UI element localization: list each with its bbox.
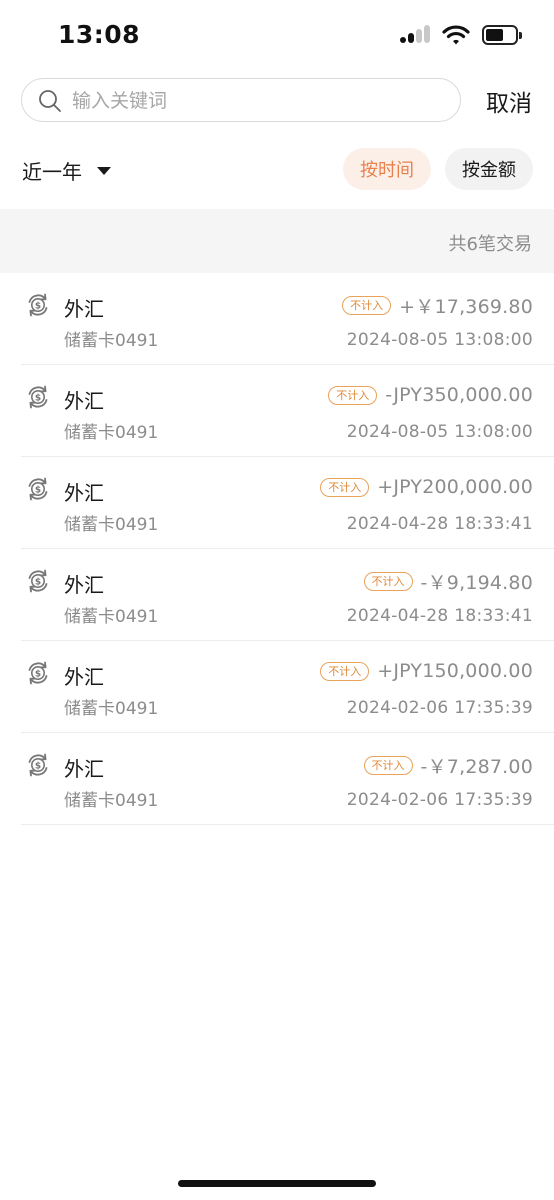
transaction-row[interactable]: $ 外汇储蓄卡0491 不计入 -JPY350,000.00 2024-08-05 13… [21, 365, 554, 457]
transaction-account: 储蓄卡0491 [64, 423, 159, 443]
status-icons [400, 24, 522, 46]
transaction-row[interactable]: $ 外汇储蓄卡0491 不计入 -￥9,194.80 2024-04-28 18:33:… [21, 549, 554, 641]
transaction-time: 2024-08-05 13:08:00 [346, 330, 533, 350]
cellular-signal-icon [400, 24, 430, 46]
transaction-title: 外汇 [64, 665, 104, 689]
transaction-time: 2024-04-28 18:33:41 [346, 514, 533, 534]
svg-text:$: $ [35, 394, 41, 404]
transaction-amount: +￥17,369.80 [399, 296, 533, 318]
svg-text:$: $ [35, 486, 41, 496]
transaction-amount: -￥9,194.80 [420, 572, 533, 594]
transaction-title: 外汇 [64, 481, 104, 505]
transaction-account: 储蓄卡0491 [64, 791, 159, 811]
search-input[interactable] [72, 87, 442, 115]
excluded-tag: 不计入 [328, 385, 378, 405]
excluded-tag: 不计入 [342, 296, 392, 315]
transaction-account: 储蓄卡0491 [64, 331, 159, 351]
cancel-button[interactable]: 取消 [486, 84, 532, 118]
transaction-time: 2024-08-05 13:08:00 [346, 422, 533, 442]
transaction-amount-group: 不计入 +￥17,369.80 [342, 292, 533, 319]
transaction-amount: -JPY350,000.00 [385, 384, 533, 406]
svg-text:$: $ [35, 670, 41, 680]
transaction-title: 外汇 [64, 297, 104, 321]
transaction-title: 外汇 [64, 573, 104, 597]
wifi-icon [442, 25, 470, 45]
currency-exchange-icon: $ [25, 660, 51, 686]
sort-by-amount-button[interactable]: 按金额 [445, 148, 533, 190]
transaction-amount-group: 不计入 -JPY350,000.00 [328, 384, 533, 406]
filter-row: 近一年 按时间 按金额 [0, 146, 554, 192]
transaction-account: 储蓄卡0491 [64, 515, 159, 535]
currency-exchange-icon: $ [25, 476, 51, 502]
transaction-time: 2024-04-28 18:33:41 [346, 606, 533, 626]
caret-down-icon [97, 166, 111, 175]
search-box[interactable] [21, 78, 461, 122]
transaction-title: 外汇 [64, 757, 104, 781]
currency-exchange-icon: $ [25, 384, 51, 410]
search-icon [39, 90, 61, 112]
transaction-amount-group: 不计入 -￥7,287.00 [363, 752, 533, 779]
currency-exchange-icon: $ [25, 292, 51, 318]
status-bar: 13:08 [0, 0, 554, 72]
excluded-tag: 不计入 [320, 661, 370, 681]
summary-band: 共6笔交易 [0, 209, 554, 273]
battery-icon [482, 25, 522, 45]
transaction-title: 外汇 [64, 389, 104, 413]
search-row: 取消 [21, 78, 536, 122]
transaction-time: 2024-02-06 17:35:39 [346, 698, 533, 718]
home-indicator [178, 1180, 376, 1187]
excluded-tag: 不计入 [363, 756, 413, 775]
transaction-amount: +JPY150,000.00 [377, 660, 533, 682]
sort-by-time-button[interactable]: 按时间 [343, 148, 431, 190]
svg-text:$: $ [35, 302, 41, 312]
svg-text:$: $ [35, 578, 41, 588]
svg-text:$: $ [35, 762, 41, 772]
transaction-amount-group: 不计入 -￥9,194.80 [363, 568, 533, 595]
excluded-tag: 不计入 [320, 477, 370, 497]
transaction-time: 2024-02-06 17:35:39 [346, 790, 533, 810]
transaction-count: 共6笔交易 [448, 234, 532, 255]
transaction-amount-group: 不计入 +JPY200,000.00 [320, 476, 533, 498]
excluded-tag: 不计入 [363, 572, 413, 591]
transaction-row[interactable]: $ 外汇储蓄卡0491 不计入 +JPY150,000.00 2024-02-06 17… [21, 641, 554, 733]
transaction-amount: +JPY200,000.00 [377, 476, 533, 498]
currency-exchange-icon: $ [25, 752, 51, 778]
transaction-row[interactable]: $ 外汇储蓄卡0491 不计入 +JPY200,000.00 2024-04-28 18… [21, 457, 554, 549]
transaction-account: 储蓄卡0491 [64, 607, 159, 627]
currency-exchange-icon: $ [25, 568, 51, 594]
transaction-row[interactable]: $ 外汇储蓄卡0491 不计入 -￥7,287.00 2024-02-06 17:35:… [21, 733, 554, 825]
period-dropdown[interactable]: 近一年 [22, 156, 111, 185]
transaction-row[interactable]: $ 外汇储蓄卡0491 不计入 +￥17,369.80 2024-08-05 13:08… [21, 273, 554, 365]
transaction-amount-group: 不计入 +JPY150,000.00 [320, 660, 533, 682]
status-time: 13:08 [58, 20, 141, 49]
transaction-account: 储蓄卡0491 [64, 699, 159, 719]
transaction-amount: -￥7,287.00 [420, 756, 533, 778]
transaction-list: $ 外汇 储蓄卡0491 不计入 +￥17,369.80 2024-08-05 13:08… [0, 273, 554, 825]
period-label: 近一年 [22, 160, 82, 184]
